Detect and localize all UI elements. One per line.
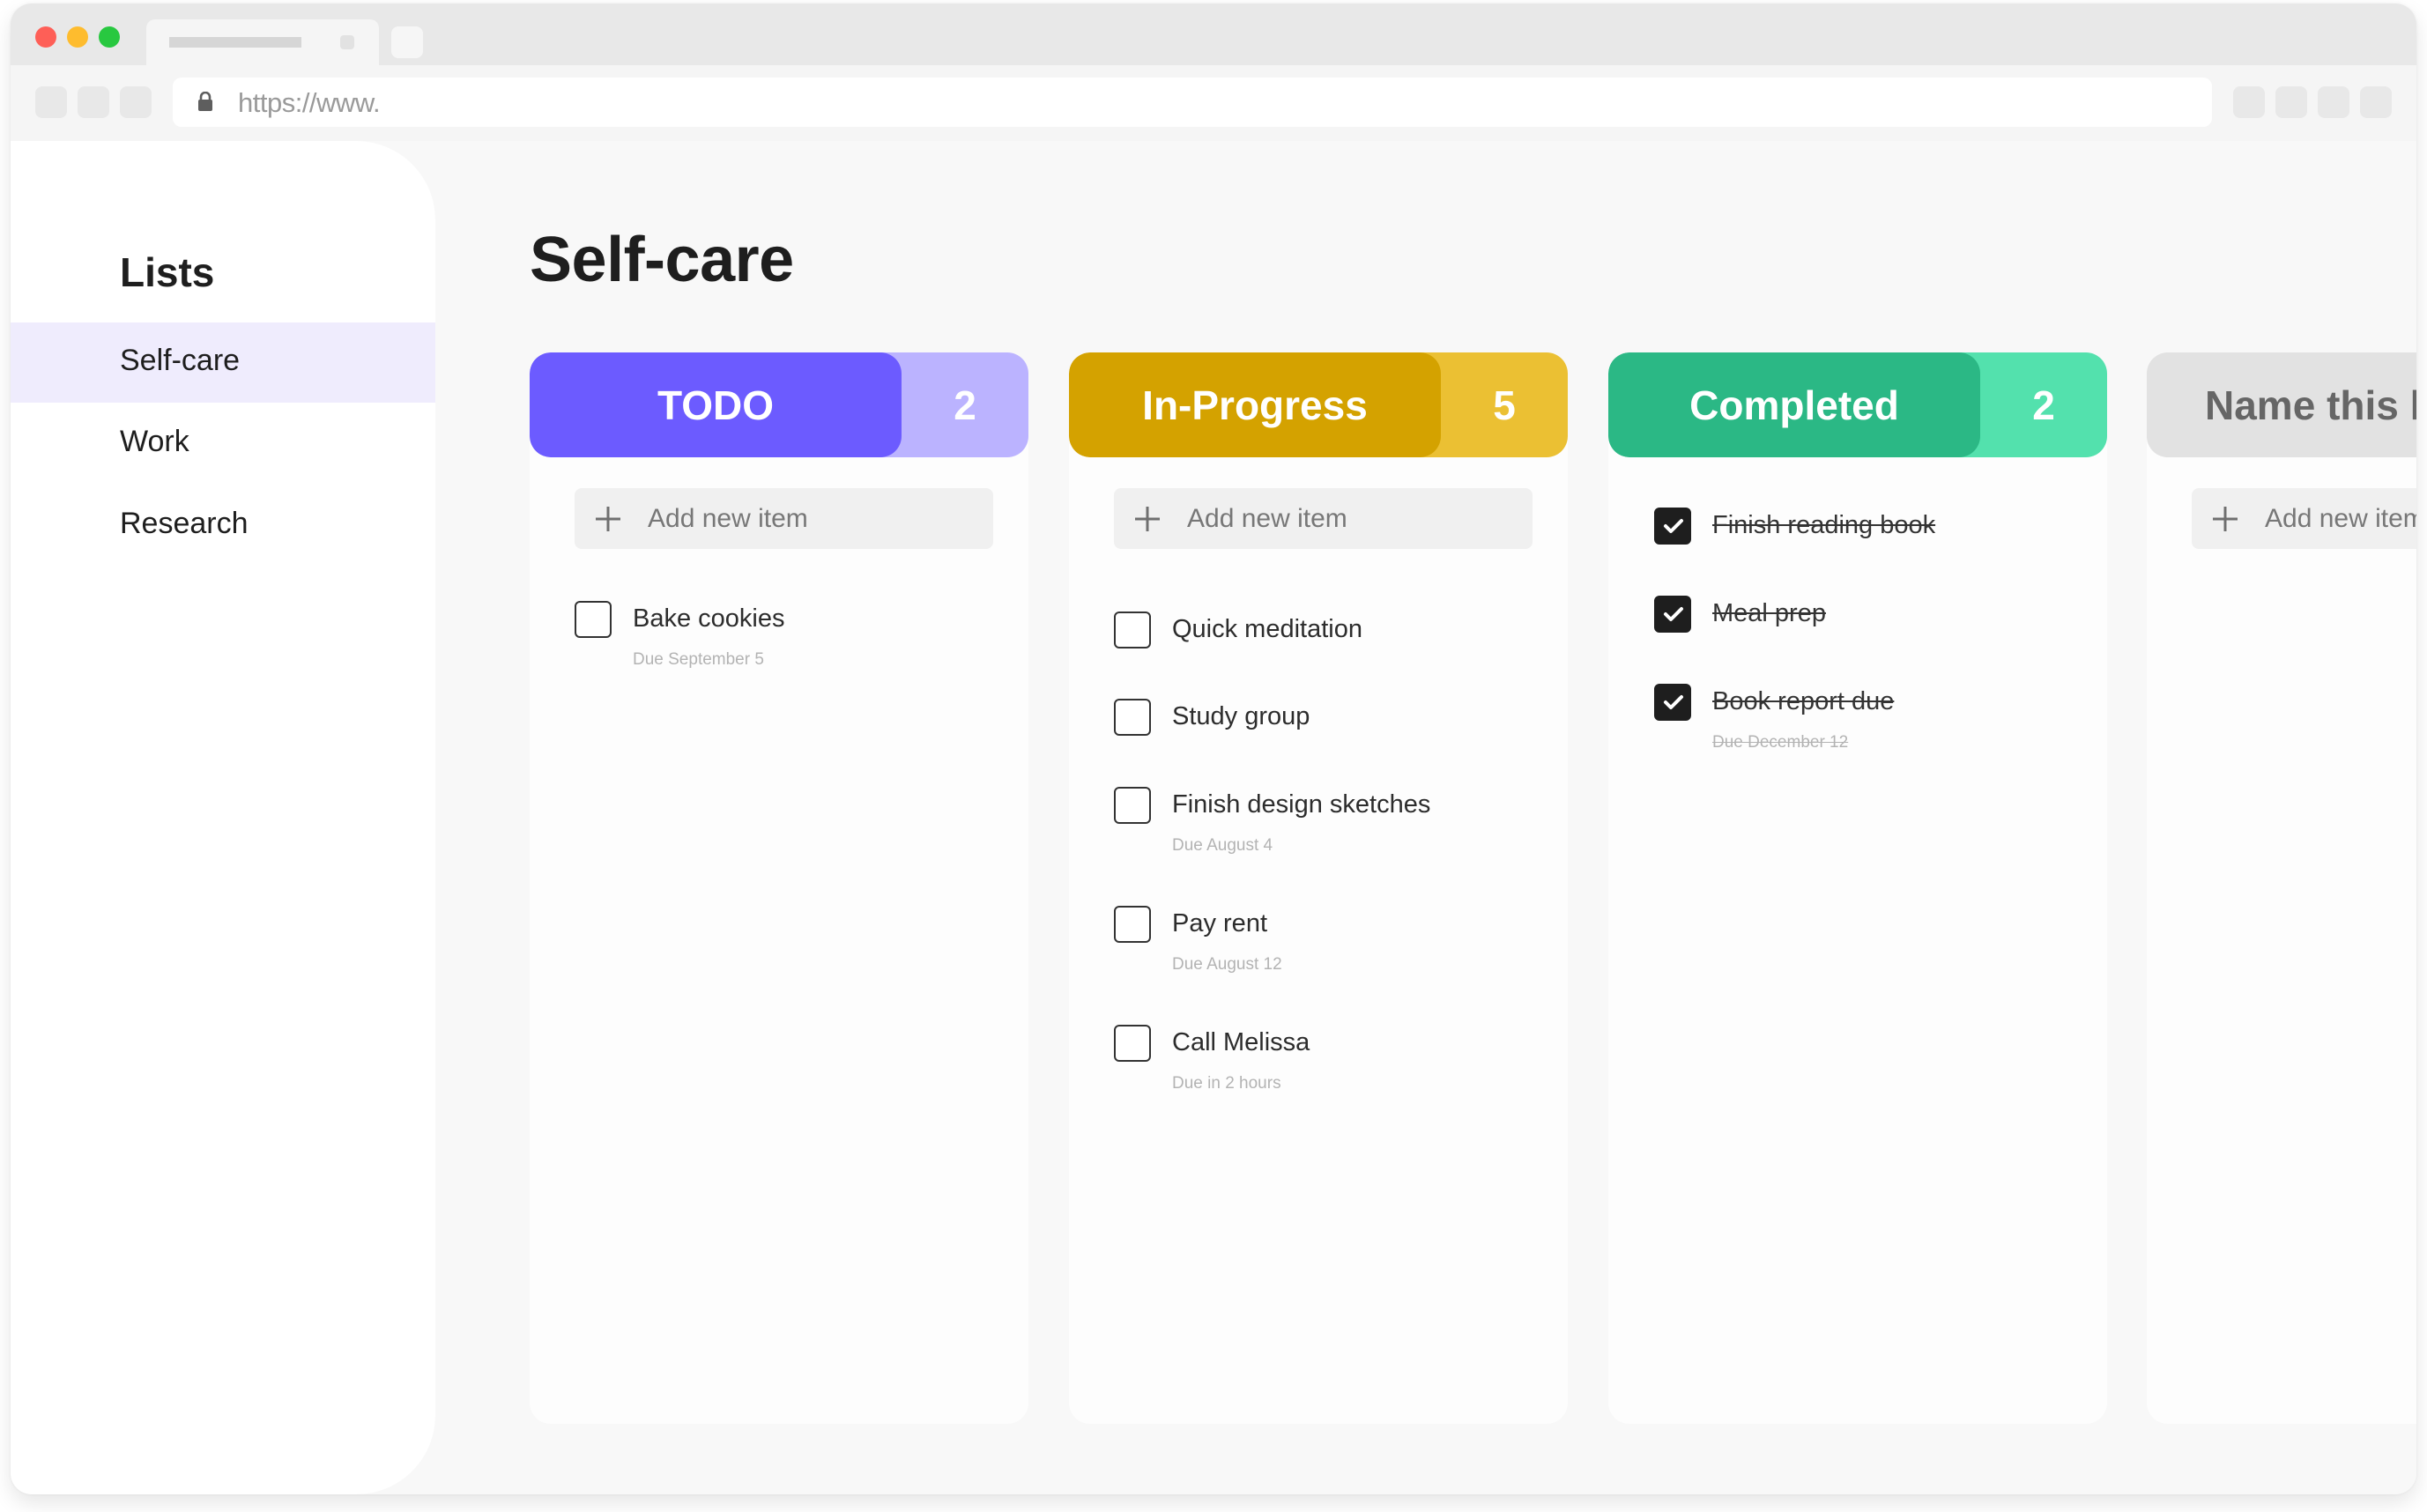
checkmark-icon: [1664, 607, 1683, 621]
task-checkbox[interactable]: [1114, 906, 1151, 943]
checkmark-icon: [1664, 695, 1683, 709]
plus-icon: [2213, 507, 2238, 531]
task-title: Meal prep: [1712, 599, 1826, 627]
forward-button[interactable]: [78, 86, 109, 118]
toolbar-button-1[interactable]: [2233, 86, 2265, 118]
toolbar-button-4[interactable]: [2360, 86, 2392, 118]
task-title: Book report due: [1712, 687, 1895, 715]
task-due-date: Due December 12: [1712, 733, 1849, 752]
new-tab-button[interactable]: [391, 26, 423, 58]
column-completed: Completed 2 Finish reading book Meal pre…: [1608, 352, 2107, 1424]
column-title: In-Progress: [1069, 352, 1441, 457]
url-text: https://www.: [238, 87, 381, 118]
add-new-item-input[interactable]: Add new item: [2192, 488, 2416, 549]
sidebar-item-research[interactable]: Research: [11, 485, 435, 566]
task-due-date: Due September 5: [633, 650, 764, 669]
close-window-button[interactable]: [35, 26, 56, 48]
task-checkbox-checked[interactable]: [1654, 508, 1691, 545]
sidebar-item-self-care[interactable]: Self-care: [11, 322, 435, 403]
browser-tab[interactable]: [146, 19, 379, 67]
tab-close-icon[interactable]: [340, 35, 354, 49]
browser-toolbar: https://www.: [11, 65, 2416, 141]
column-header[interactable]: TODO 2: [530, 352, 1028, 457]
task-title: Finish reading book: [1712, 511, 1936, 539]
column-in-progress: In-Progress 5 Add new item Quick meditat…: [1069, 352, 1568, 1424]
add-new-item-input[interactable]: Add new item: [575, 488, 993, 549]
page-title: Self-care: [530, 225, 794, 295]
column-todo: TODO 2 Add new item Bake cookies Due Sep…: [530, 352, 1028, 1424]
tab-title-placeholder: [169, 37, 301, 48]
task-checkbox-checked[interactable]: [1654, 596, 1691, 633]
column-title: Completed: [1608, 352, 1980, 457]
back-button[interactable]: [35, 86, 67, 118]
sidebar-item-label: Research: [120, 507, 249, 540]
app-content: Lists Self-care Work Research Self-care …: [11, 141, 2416, 1494]
task-title: Quick meditation: [1172, 615, 1362, 643]
maximize-window-button[interactable]: [99, 26, 120, 48]
sidebar-item-label: Self-care: [120, 344, 241, 377]
task-checkbox[interactable]: [1114, 611, 1151, 649]
task-due-date: Due in 2 hours: [1172, 1074, 1281, 1093]
toolbar-button-3[interactable]: [2318, 86, 2349, 118]
column-header[interactable]: In-Progress 5: [1069, 352, 1568, 457]
column-header[interactable]: Name this list: [2147, 352, 2416, 457]
minimize-window-button[interactable]: [67, 26, 88, 48]
plus-icon: [1135, 507, 1160, 531]
column-title: TODO: [530, 352, 902, 457]
task-title: Call Melissa: [1172, 1028, 1310, 1056]
task-checkbox[interactable]: [1114, 787, 1151, 824]
task-due-date: Due August 4: [1172, 836, 1273, 855]
add-new-item-placeholder: Add new item: [2265, 504, 2416, 533]
task-title: Finish design sketches: [1172, 790, 1431, 819]
task-title: Study group: [1172, 702, 1310, 730]
toolbar-button-2[interactable]: [2275, 86, 2307, 118]
plus-icon: [596, 507, 620, 531]
column-new-list: Name this list Add new item: [2147, 352, 2416, 1424]
sidebar-item-work[interactable]: Work: [11, 404, 435, 484]
add-new-item-placeholder: Add new item: [648, 504, 808, 533]
column-header[interactable]: Completed 2: [1608, 352, 2107, 457]
task-checkbox[interactable]: [1114, 1025, 1151, 1062]
task-title: Pay rent: [1172, 909, 1267, 938]
reload-button[interactable]: [120, 86, 152, 118]
task-due-date: Due August 12: [1172, 955, 1282, 974]
sidebar-title: Lists: [120, 249, 215, 295]
address-bar[interactable]: https://www.: [173, 78, 2212, 127]
add-new-item-placeholder: Add new item: [1187, 504, 1347, 533]
sidebar-item-label: Work: [120, 425, 189, 458]
sidebar: Lists Self-care Work Research: [11, 141, 435, 1494]
tab-bar: [11, 4, 2416, 67]
task-checkbox-checked[interactable]: [1654, 684, 1691, 721]
column-title-input[interactable]: Name this list: [2147, 352, 2416, 457]
task-checkbox[interactable]: [575, 601, 612, 638]
add-new-item-input[interactable]: Add new item: [1114, 488, 1533, 549]
task-title: Bake cookies: [633, 604, 785, 633]
checkmark-icon: [1664, 519, 1683, 533]
browser-window: https://www. Lists Self-care Work Resear…: [11, 4, 2416, 1494]
lock-icon: [198, 92, 212, 111]
task-checkbox[interactable]: [1114, 699, 1151, 736]
